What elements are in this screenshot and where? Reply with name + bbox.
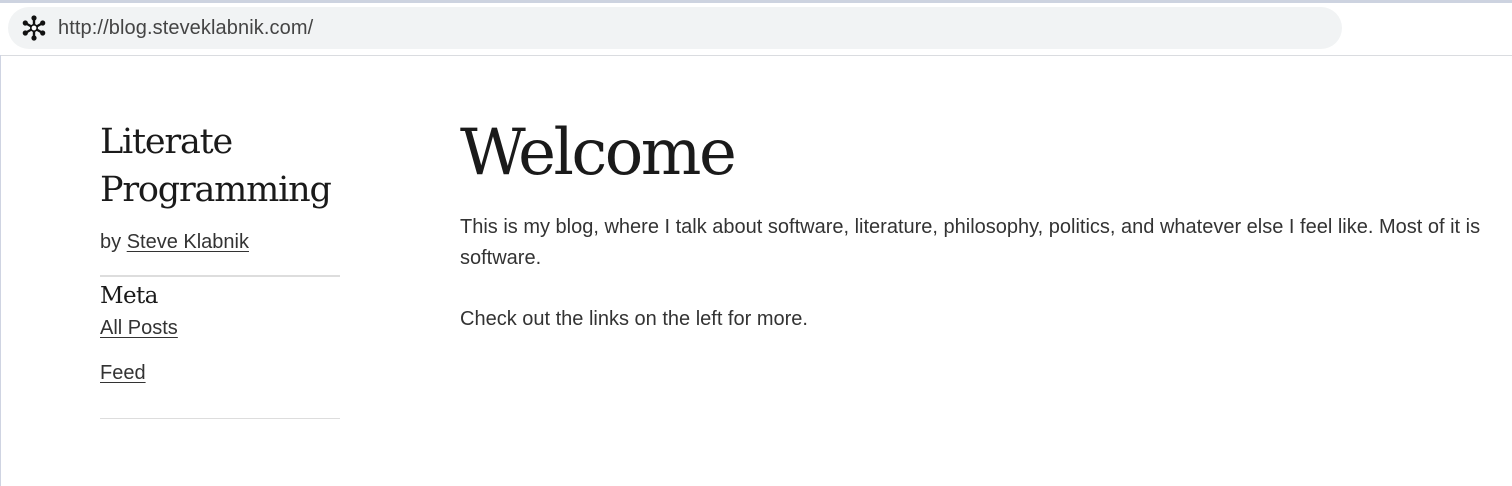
main-content: Welcome This is my blog, where I talk ab… <box>460 112 1505 335</box>
intro-paragraph: This is my blog, where I talk about soft… <box>460 216 1481 269</box>
site-title-line-1: Literate <box>100 122 233 162</box>
sidebar: Literate Programming by Steve Klabnik Me… <box>100 118 340 419</box>
byline: by Steve Klabnik <box>100 231 340 254</box>
meta-heading: Meta <box>100 283 158 309</box>
toolbar-divider <box>0 55 1512 56</box>
sidebar-divider-top <box>100 275 340 277</box>
address-bar[interactable]: http://blog.steveklabnik.com/ <box>8 7 1342 49</box>
page-title: Welcome <box>460 116 737 190</box>
window-top-border <box>0 0 1512 3</box>
snowflake-icon[interactable] <box>21 15 47 41</box>
site-title: Literate Programming <box>100 118 340 214</box>
feed-link[interactable]: Feed <box>100 362 146 384</box>
links-paragraph: Check out the links on the left for more… <box>460 308 808 330</box>
window-left-border <box>0 55 1 486</box>
list-item: Feed <box>100 360 340 386</box>
author-link[interactable]: Steve Klabnik <box>127 231 249 253</box>
all-posts-link[interactable]: All Posts <box>100 317 178 339</box>
site-title-line-2: Programming <box>100 170 332 210</box>
list-item: All Posts <box>100 315 340 341</box>
sidebar-divider-bottom <box>100 418 340 419</box>
meta-links: All Posts Feed <box>100 315 340 386</box>
byline-prefix: by <box>100 231 122 253</box>
url-text[interactable]: http://blog.steveklabnik.com/ <box>58 17 313 40</box>
